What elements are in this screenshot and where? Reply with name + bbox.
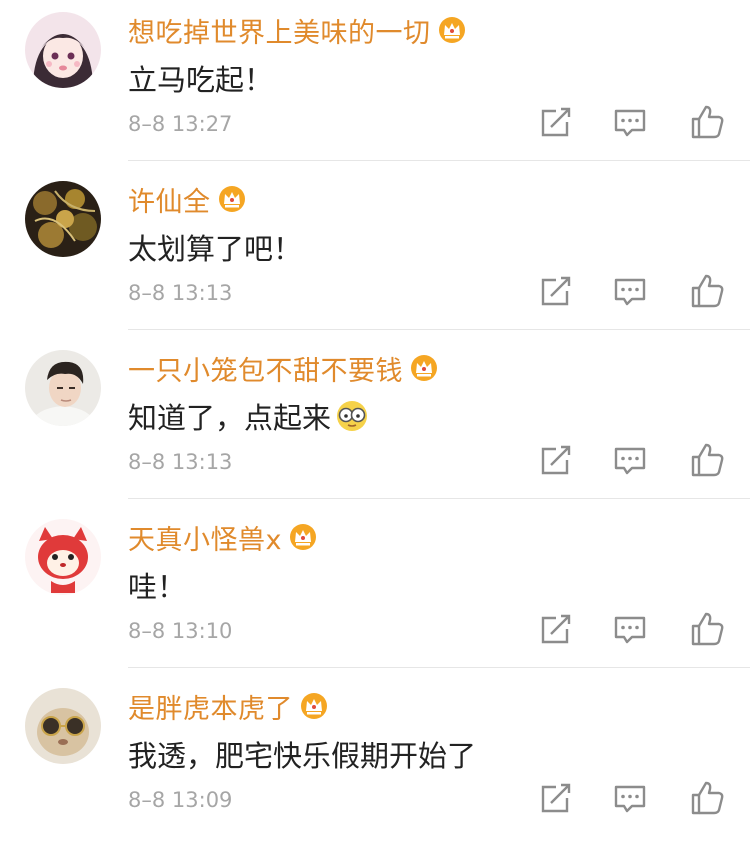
comment-text-content: 哇！: [128, 570, 187, 604]
avatar[interactable]: [25, 12, 101, 88]
username[interactable]: 一只小笼包不甜不要钱: [128, 349, 403, 388]
like-button[interactable]: [687, 271, 727, 311]
timestamp: 8–8 13:13: [128, 450, 233, 474]
repost-button[interactable]: [536, 778, 576, 818]
crown-vip-icon: [411, 355, 437, 381]
repost-icon: [541, 783, 571, 813]
repost-button[interactable]: [536, 102, 576, 142]
avatar[interactable]: [25, 688, 101, 764]
thumbs-up-icon: [691, 781, 724, 815]
crown-vip-icon: [289, 524, 316, 550]
repost-icon: [541, 276, 571, 306]
thumbs-up-icon: [691, 443, 724, 477]
reply-icon: [614, 278, 646, 306]
divider: [128, 667, 750, 668]
comment-text: 太划算了吧！: [128, 225, 302, 269]
comment-text-content: 立马吃起！: [128, 63, 274, 97]
comment-item: 许仙全 太划算了吧！ 8–8 13:13: [0, 169, 750, 338]
glasses-face-emoji: [337, 401, 368, 431]
thumbs-up-icon: [691, 105, 724, 139]
avatar[interactable]: [25, 519, 101, 595]
comment-item: 一只小笼包不甜不要钱 知道了，点起来 8–8 13:13: [0, 338, 750, 507]
repost-button[interactable]: [536, 271, 576, 311]
comment-text-content: 知道了，点起来: [128, 401, 332, 435]
crown-vip-icon: [218, 186, 245, 212]
reply-button[interactable]: [610, 609, 650, 649]
reply-button[interactable]: [610, 271, 650, 311]
username[interactable]: 天真小怪兽x: [128, 518, 282, 557]
timestamp: 8–8 13:10: [128, 619, 233, 643]
repost-icon: [541, 614, 571, 644]
thumbs-up-icon: [691, 274, 724, 308]
like-button[interactable]: [687, 102, 727, 142]
comment-text: 立马吃起！: [128, 56, 273, 100]
avatar[interactable]: [25, 181, 101, 257]
comment-item: 是胖虎本虎了 我透，肥宅快乐假期开始了 8–8 13:09: [0, 676, 750, 845]
crown-vip-icon: [438, 17, 465, 43]
reply-button[interactable]: [610, 440, 650, 480]
like-button[interactable]: [687, 609, 727, 649]
comment-item: 天真小怪兽x 哇！ 8–8 13:10: [0, 507, 750, 676]
thumbs-up-icon: [691, 612, 724, 646]
comment-text: 知道了，点起来: [128, 394, 369, 438]
repost-icon: [541, 107, 571, 137]
comment-text: 我透，肥宅快乐假期开始了: [128, 732, 476, 776]
repost-button[interactable]: [536, 609, 576, 649]
username[interactable]: 许仙全: [128, 180, 211, 219]
username[interactable]: 是胖虎本虎了: [128, 687, 293, 726]
crown-vip-icon: [301, 693, 327, 719]
comment-text-content: 我透，肥宅快乐假期开始了: [128, 739, 477, 773]
reply-icon: [614, 616, 646, 644]
reply-icon: [614, 785, 646, 813]
timestamp: 8–8 13:13: [128, 281, 233, 305]
repost-button[interactable]: [536, 440, 576, 480]
comment-text: 哇！: [128, 563, 186, 607]
reply-icon: [614, 447, 646, 475]
divider: [128, 160, 750, 161]
reply-button[interactable]: [610, 102, 650, 142]
reply-icon: [614, 109, 646, 137]
avatar[interactable]: [25, 350, 101, 426]
username[interactable]: 想吃掉世界上美味的一切: [128, 11, 431, 50]
repost-icon: [541, 445, 571, 475]
like-button[interactable]: [687, 778, 727, 818]
timestamp: 8–8 13:09: [128, 788, 233, 812]
divider: [128, 329, 750, 330]
reply-button[interactable]: [610, 778, 650, 818]
comment-item: 想吃掉世界上美味的一切 立马吃起！ 8–8 13:27: [0, 0, 750, 169]
timestamp: 8–8 13:27: [128, 112, 233, 136]
comment-text-content: 太划算了吧！: [128, 232, 303, 266]
like-button[interactable]: [687, 440, 727, 480]
divider: [128, 498, 750, 499]
